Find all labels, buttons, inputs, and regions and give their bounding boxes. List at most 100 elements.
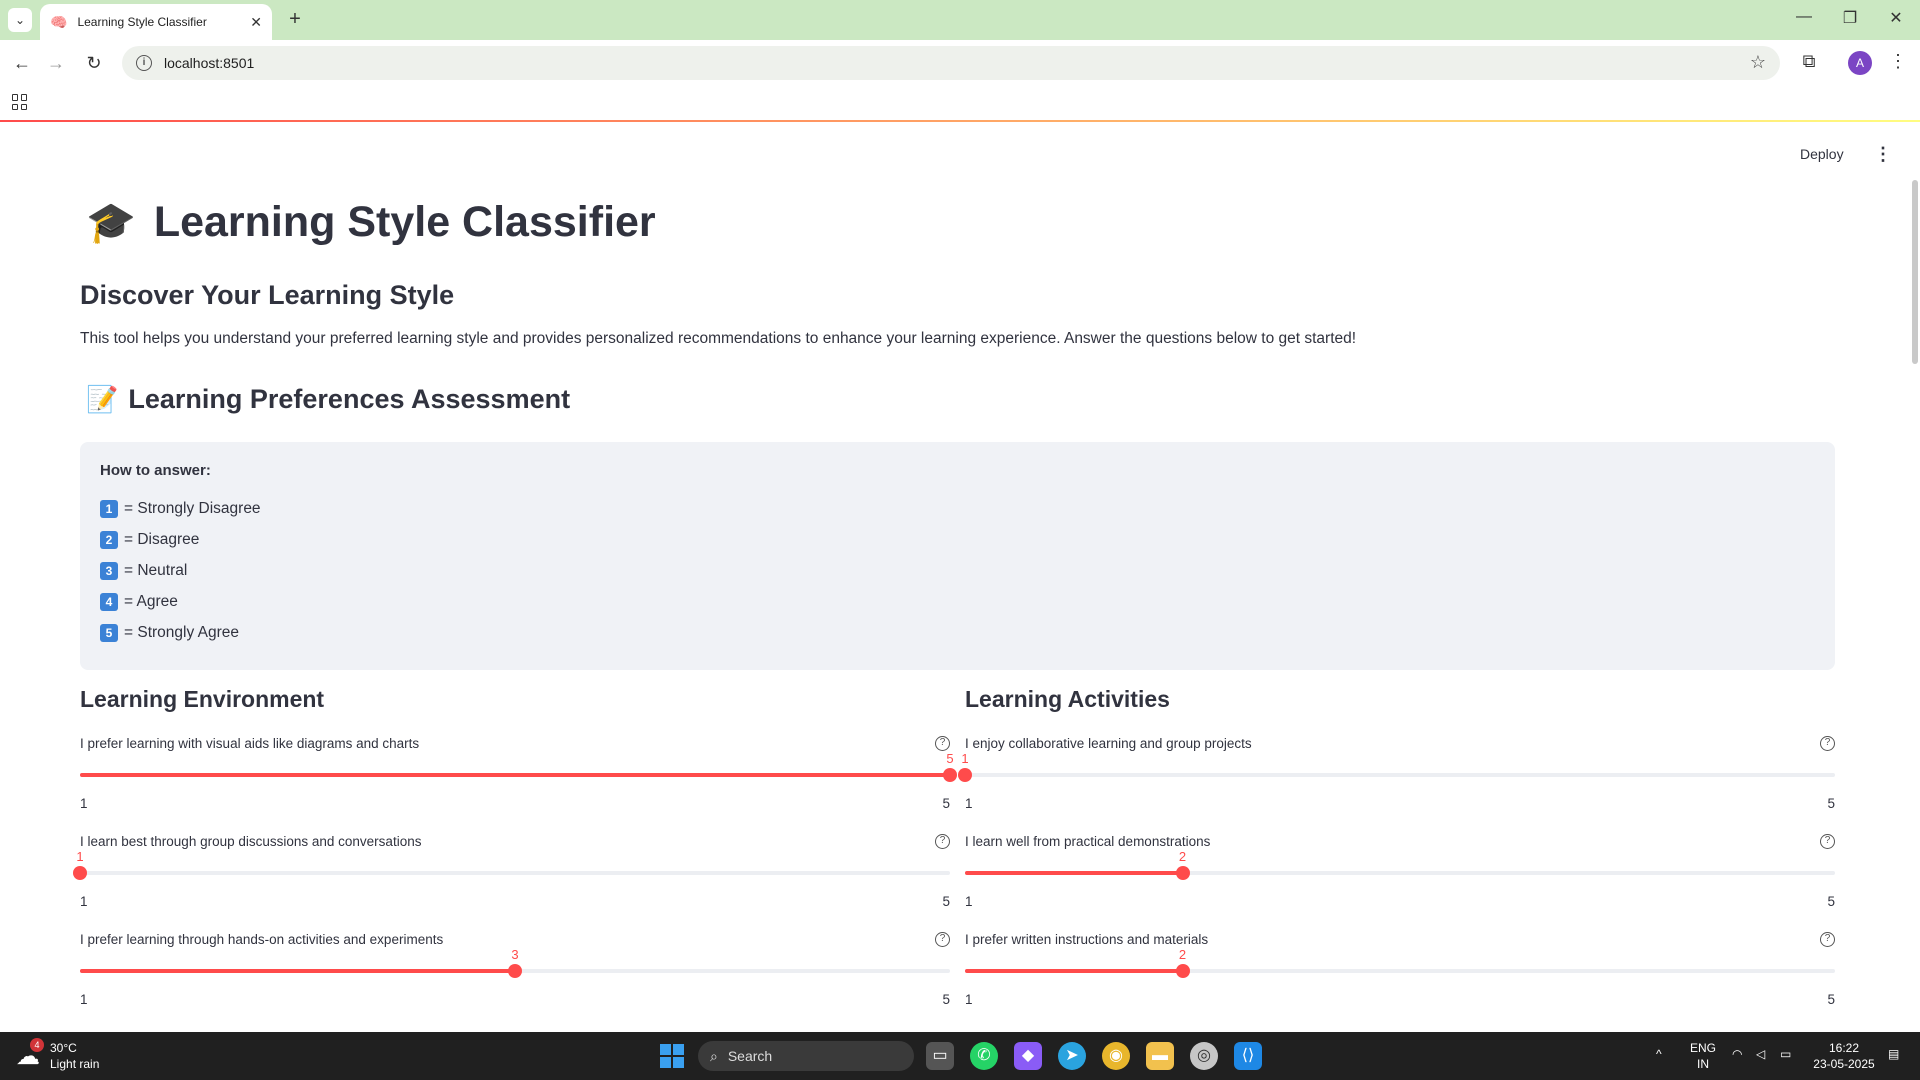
slider-max: 5 xyxy=(1827,992,1835,1007)
slider-fill xyxy=(80,773,950,777)
scale-item-text: = Neutral xyxy=(124,561,188,579)
help-icon[interactable]: ? xyxy=(935,932,950,947)
new-tab-button[interactable]: + xyxy=(283,8,307,32)
tab-title: Learning Style Classifier xyxy=(77,15,207,29)
slider-min: 1 xyxy=(965,894,973,909)
scale-item-text: = Agree xyxy=(124,592,178,610)
memo-icon: 📝 xyxy=(86,384,119,414)
notifications-icon[interactable]: ▤ xyxy=(1888,1046,1899,1062)
assessment-heading-text: Learning Preferences Assessment xyxy=(128,384,571,414)
file-explorer-icon[interactable]: ▬ xyxy=(1146,1042,1174,1070)
weather-badge: 4 xyxy=(30,1037,44,1052)
slider-value: 5 xyxy=(946,751,954,766)
scale-item: 5 = Strongly Agree xyxy=(100,617,1815,648)
apps-grid-icon[interactable] xyxy=(12,94,28,110)
weather-desc: Light rain xyxy=(50,1057,100,1071)
keycap-5-icon: 5 xyxy=(100,623,118,642)
language-indicator[interactable]: ENG IN xyxy=(1690,1040,1716,1072)
back-arrow-icon[interactable]: ← xyxy=(10,51,34,75)
slider-max: 5 xyxy=(1827,796,1835,811)
scale-item: 3 = Neutral xyxy=(100,555,1815,586)
address-bar[interactable]: i localhost:8501 ☆ xyxy=(122,46,1780,80)
help-icon[interactable]: ? xyxy=(1820,834,1835,849)
help-icon[interactable]: ? xyxy=(1820,736,1835,751)
bookmark-bar xyxy=(0,86,1920,120)
slider-thumb[interactable] xyxy=(1175,866,1190,880)
page-title-text: Learning Style Classifier xyxy=(153,198,656,246)
column-title-activities: Learning Activities xyxy=(965,686,1170,712)
slider-value: 1 xyxy=(76,849,84,864)
whatsapp-icon[interactable]: ✆ xyxy=(970,1042,998,1070)
help-icon[interactable]: ? xyxy=(935,834,950,849)
app-icon[interactable]: ◎ xyxy=(1190,1042,1218,1070)
slider-track[interactable]: 3 xyxy=(80,947,950,978)
page-scrollbar[interactable] xyxy=(1912,180,1918,364)
minimize-icon[interactable]: — xyxy=(1792,8,1816,26)
language-line2: IN xyxy=(1697,1057,1709,1071)
reload-icon[interactable]: ↻ xyxy=(82,51,106,75)
deploy-button[interactable]: Deploy xyxy=(1800,146,1844,162)
slider-thumb[interactable] xyxy=(958,768,972,782)
task-view-icon[interactable]: ▭ xyxy=(926,1042,954,1070)
page-title: 🎓 Learning Style Classifier xyxy=(86,198,656,247)
slider-thumb[interactable] xyxy=(943,768,957,782)
browser-menu-icon[interactable]: ⋮ xyxy=(1886,51,1910,72)
slider-group-discussions[interactable]: I learn best through group discussions a… xyxy=(73,834,950,932)
volume-icon[interactable]: ◁ xyxy=(1756,1046,1765,1062)
slider-practical-demos[interactable]: I learn well from practical demonstratio… xyxy=(965,834,1835,932)
forward-arrow-icon[interactable]: → xyxy=(44,51,68,75)
browser-tab[interactable]: 🧠 Learning Style Classifier ✕ xyxy=(40,4,272,40)
slider-hands-on[interactable]: I prefer learning through hands-on activ… xyxy=(80,932,950,1030)
vscode-icon[interactable]: ⟨⟩ xyxy=(1234,1042,1262,1070)
slider-thumb[interactable] xyxy=(508,964,522,978)
tab-search-button[interactable]: ⌄ xyxy=(8,8,32,32)
slider-track[interactable]: 5 xyxy=(80,751,957,782)
slider-track[interactable]: 2 xyxy=(965,849,1835,880)
slider-track[interactable]: 2 xyxy=(965,947,1835,978)
scale-item-text: = Disagree xyxy=(124,530,200,548)
start-windows-icon[interactable] xyxy=(660,1044,684,1068)
extensions-icon[interactable]: ⧉ xyxy=(1797,51,1821,72)
slider-max: 5 xyxy=(942,894,950,909)
slider-collaborative[interactable]: I enjoy collaborative learning and group… xyxy=(958,736,1835,834)
show-hidden-icons-icon[interactable]: ^ xyxy=(1656,1046,1662,1062)
slider-min: 1 xyxy=(80,894,88,909)
clock-date: 23-05-2025 xyxy=(1813,1057,1875,1071)
slider-written-instructions[interactable]: I prefer written instructions and materi… xyxy=(965,932,1835,1030)
site-info-icon[interactable]: i xyxy=(136,55,152,71)
slider-thumb[interactable] xyxy=(1175,964,1190,978)
taskbar-search[interactable]: ⌕ Search xyxy=(698,1041,914,1071)
slider-track[interactable]: 1 xyxy=(73,849,950,880)
close-window-icon[interactable]: ✕ xyxy=(1884,8,1908,28)
slider-thumb[interactable] xyxy=(73,866,87,880)
graduation-cap-icon: 🎓 xyxy=(86,201,136,245)
slider-min: 1 xyxy=(80,992,88,1007)
slider-min: 1 xyxy=(80,796,88,811)
slider-value: 2 xyxy=(1178,947,1187,962)
help-icon[interactable]: ? xyxy=(1820,932,1835,947)
help-icon[interactable]: ? xyxy=(935,736,950,751)
slider-label: I prefer written instructions and materi… xyxy=(965,932,1209,947)
main-menu-icon[interactable]: ⋮ xyxy=(1874,144,1892,165)
slider-max: 5 xyxy=(942,796,950,811)
copilot-icon[interactable]: ◆ xyxy=(1014,1042,1042,1070)
weather-widget[interactable]: ☁ 4 30°C Light rain xyxy=(16,1037,100,1072)
close-tab-icon[interactable]: ✕ xyxy=(250,14,262,31)
weather-temp: 30°C xyxy=(50,1041,77,1055)
battery-icon[interactable]: ▭ xyxy=(1780,1046,1791,1062)
slider-visual-aids[interactable]: I prefer learning with visual aids like … xyxy=(80,736,957,834)
telegram-icon[interactable]: ➤ xyxy=(1058,1042,1086,1070)
chrome-icon[interactable]: ◉ xyxy=(1102,1042,1130,1070)
slider-label: I learn best through group discussions a… xyxy=(80,834,422,849)
slider-label: I learn well from practical demonstratio… xyxy=(965,834,1211,849)
slider-max: 5 xyxy=(1827,894,1835,909)
keycap-1-icon: 1 xyxy=(100,499,118,518)
bookmark-star-icon[interactable]: ☆ xyxy=(1750,52,1766,73)
how-to-heading: How to answer: xyxy=(100,462,211,479)
restore-icon[interactable]: ❐ xyxy=(1838,8,1862,28)
wifi-icon[interactable]: ◠ xyxy=(1732,1046,1742,1062)
slider-track[interactable]: 1 xyxy=(958,751,1835,782)
clock[interactable]: 16:22 23-05-2025 xyxy=(1812,1040,1876,1072)
scale-item: 2 = Disagree xyxy=(100,524,1815,555)
profile-avatar[interactable]: A xyxy=(1848,51,1872,75)
